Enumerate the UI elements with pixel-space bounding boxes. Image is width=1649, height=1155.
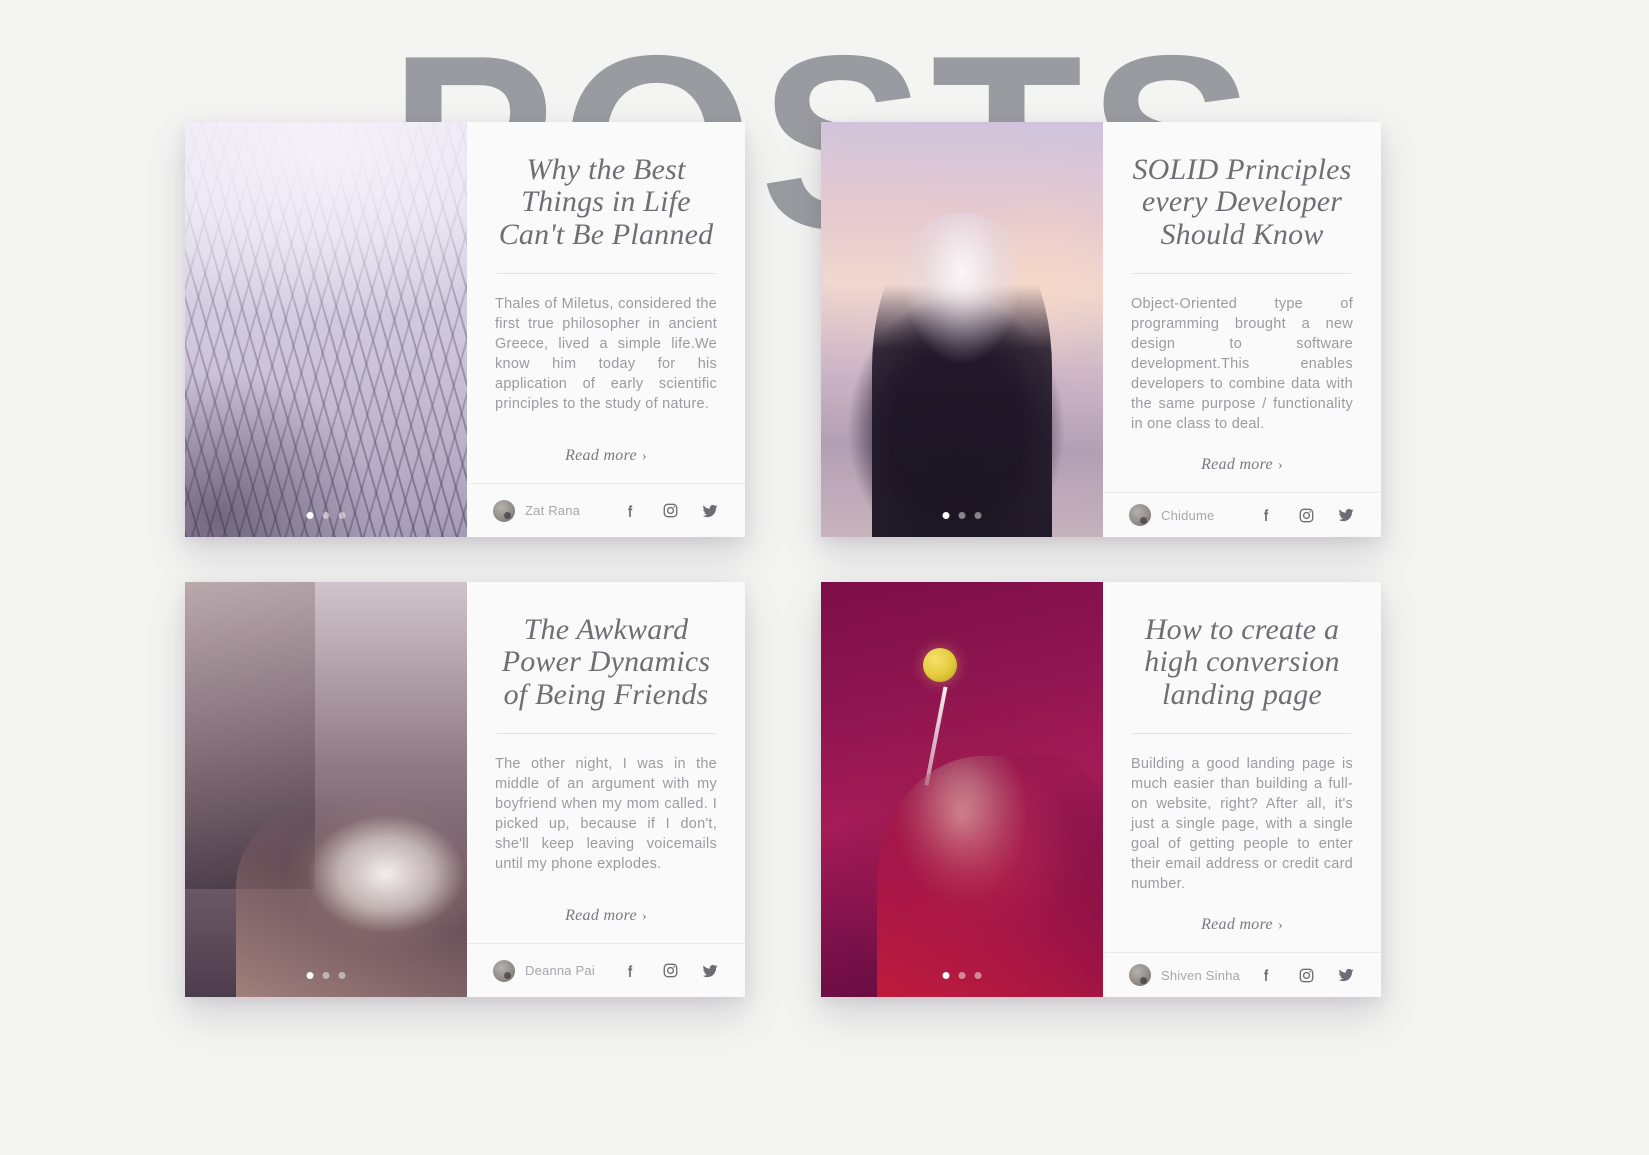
facebook-icon[interactable] bbox=[621, 502, 639, 520]
carousel-dots[interactable] bbox=[942, 972, 982, 979]
carousel-dots[interactable] bbox=[306, 972, 346, 979]
post-body: How to create a high conversion landing … bbox=[1103, 582, 1381, 997]
read-more-row: Read more › bbox=[1129, 894, 1355, 952]
read-more-label: Read more bbox=[1201, 916, 1273, 933]
lollipop-stick bbox=[924, 686, 948, 786]
title-divider bbox=[1133, 733, 1351, 734]
post-card[interactable]: Why the Best Things in Life Can't Be Pla… bbox=[185, 122, 745, 537]
post-image[interactable] bbox=[185, 582, 467, 997]
post-footer: Shiven Sinha bbox=[1103, 952, 1381, 997]
chevron-right-icon: › bbox=[1277, 458, 1283, 473]
post-image[interactable] bbox=[821, 122, 1103, 537]
avatar bbox=[1129, 964, 1151, 986]
read-more-row: Read more › bbox=[1129, 434, 1355, 492]
read-more-link[interactable]: Read more › bbox=[1201, 916, 1283, 934]
carousel-dot-3[interactable] bbox=[974, 972, 982, 979]
post-card[interactable]: How to create a high conversion landing … bbox=[821, 582, 1381, 997]
carousel-dot-3[interactable] bbox=[338, 972, 346, 979]
social-links bbox=[1257, 506, 1355, 524]
title-divider bbox=[497, 733, 715, 735]
post-footer: Chidume bbox=[1103, 492, 1381, 537]
carousel-dot-3[interactable] bbox=[974, 512, 982, 519]
post-body: Why the Best Things in Life Can't Be Pla… bbox=[467, 122, 745, 537]
carousel-dot-2[interactable] bbox=[322, 972, 330, 979]
twitter-icon[interactable] bbox=[701, 502, 719, 520]
author-name: Deanna Pai bbox=[525, 963, 595, 978]
read-more-label: Read more bbox=[565, 447, 637, 464]
read-more-link[interactable]: Read more › bbox=[565, 447, 647, 465]
read-more-row: Read more › bbox=[493, 885, 719, 943]
twitter-icon[interactable] bbox=[1337, 966, 1355, 984]
author-name: Zat Rana bbox=[525, 503, 581, 518]
post-excerpt: Object-Oriented type of programming brou… bbox=[1131, 296, 1353, 432]
post-image[interactable] bbox=[821, 582, 1103, 997]
instagram-icon[interactable] bbox=[661, 962, 679, 980]
instagram-icon[interactable] bbox=[661, 502, 679, 520]
chevron-right-icon: › bbox=[641, 449, 647, 464]
twitter-icon[interactable] bbox=[1337, 506, 1355, 524]
title-divider bbox=[1133, 273, 1351, 274]
post-card[interactable]: The Awkward Power Dynamics of Being Frie… bbox=[185, 582, 745, 997]
carousel-dot-3[interactable] bbox=[338, 512, 346, 519]
read-more-label: Read more bbox=[1201, 456, 1273, 473]
chevron-right-icon: › bbox=[641, 909, 647, 924]
carousel-dot-2[interactable] bbox=[958, 512, 966, 519]
post-footer: Deanna Pai bbox=[467, 943, 745, 997]
post-footer: Zat Rana bbox=[467, 483, 745, 537]
post-excerpt: Thales of Miletus, considered the first … bbox=[495, 296, 717, 413]
carousel-dot-2[interactable] bbox=[958, 972, 966, 979]
post-title: How to create a high conversion landing … bbox=[1144, 613, 1340, 711]
chevron-right-icon: › bbox=[1277, 918, 1283, 933]
hand-holding-coffee-cup-on-street-photo bbox=[185, 582, 467, 997]
carousel-dot-1[interactable] bbox=[942, 972, 950, 979]
hand-holding-lollipop-on-magenta-photo bbox=[821, 582, 1103, 997]
facebook-icon[interactable] bbox=[1257, 506, 1275, 524]
instagram-icon[interactable] bbox=[1297, 506, 1315, 524]
avatar bbox=[493, 499, 515, 522]
post-excerpt: Building a good landing page is much eas… bbox=[1131, 756, 1353, 892]
author-name: Shiven Sinha bbox=[1161, 967, 1241, 983]
carousel-dot-1[interactable] bbox=[942, 512, 950, 519]
read-more-link[interactable]: Read more › bbox=[565, 907, 647, 925]
carousel-dots[interactable] bbox=[306, 512, 346, 519]
title-divider bbox=[497, 273, 715, 275]
facebook-icon[interactable] bbox=[1257, 966, 1275, 984]
person-in-cap-at-sunset-beach-photo bbox=[821, 122, 1103, 537]
author-name: Chidume bbox=[1161, 507, 1215, 523]
read-more-row: Read more › bbox=[493, 425, 719, 483]
read-more-label: Read more bbox=[565, 907, 637, 924]
post-card[interactable]: SOLID Principles every Developer Should … bbox=[821, 122, 1381, 537]
social-links bbox=[621, 502, 719, 520]
post-title: SOLID Principles every Developer Should … bbox=[1132, 153, 1352, 251]
posts-grid: Why the Best Things in Life Can't Be Pla… bbox=[185, 122, 1465, 997]
page-root: POSTS Why the Best Things in Life Can't … bbox=[0, 0, 1649, 1155]
carousel-dot-1[interactable] bbox=[306, 512, 314, 519]
avatar bbox=[493, 959, 515, 982]
post-body: SOLID Principles every Developer Should … bbox=[1103, 122, 1381, 537]
post-image[interactable] bbox=[185, 122, 467, 537]
avatar bbox=[1129, 504, 1151, 526]
glass-skyscraper-photo bbox=[185, 122, 467, 537]
instagram-icon[interactable] bbox=[1297, 966, 1315, 984]
carousel-dot-1[interactable] bbox=[306, 972, 314, 979]
read-more-link[interactable]: Read more › bbox=[1201, 456, 1283, 474]
post-title: The Awkward Power Dynamics of Being Frie… bbox=[501, 613, 711, 711]
social-links bbox=[1257, 966, 1355, 984]
twitter-icon[interactable] bbox=[701, 962, 719, 980]
post-body: The Awkward Power Dynamics of Being Frie… bbox=[467, 582, 745, 997]
post-excerpt: The other night, I was in the middle of … bbox=[495, 756, 717, 873]
post-title: Why the Best Things in Life Can't Be Pla… bbox=[498, 153, 714, 251]
carousel-dot-2[interactable] bbox=[322, 512, 330, 519]
carousel-dots[interactable] bbox=[942, 512, 982, 519]
facebook-icon[interactable] bbox=[621, 962, 639, 980]
social-links bbox=[621, 962, 719, 980]
